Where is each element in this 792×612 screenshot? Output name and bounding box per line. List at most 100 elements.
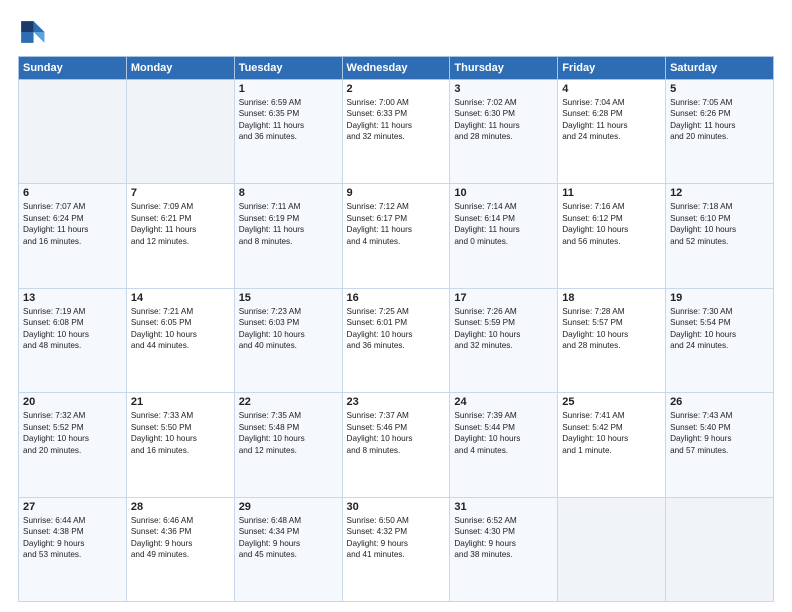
day-header-thursday: Thursday (450, 57, 558, 80)
cell-content: Sunset: 5:42 PM (562, 422, 661, 433)
cell-content: Daylight: 11 hours (454, 120, 553, 131)
day-number: 9 (347, 187, 446, 199)
cell-content: Sunrise: 7:11 AM (239, 201, 338, 212)
calendar-week-5: 27Sunrise: 6:44 AMSunset: 4:38 PMDayligh… (19, 497, 774, 601)
cell-content: Sunset: 6:19 PM (239, 213, 338, 224)
cell-content: and 4 minutes. (454, 445, 553, 456)
cell-content: Daylight: 11 hours (562, 120, 661, 131)
day-number: 13 (23, 292, 122, 304)
cell-content: Sunset: 6:01 PM (347, 317, 446, 328)
cell-content: Sunrise: 7:07 AM (23, 201, 122, 212)
cell-content: Sunrise: 6:50 AM (347, 515, 446, 526)
calendar-cell (19, 80, 127, 184)
cell-content: Daylight: 10 hours (23, 329, 122, 340)
day-number: 16 (347, 292, 446, 304)
day-header-saturday: Saturday (666, 57, 774, 80)
cell-content: Sunrise: 7:30 AM (670, 306, 769, 317)
cell-content: Daylight: 11 hours (239, 120, 338, 131)
cell-content: and 20 minutes. (670, 131, 769, 142)
cell-content: and 4 minutes. (347, 236, 446, 247)
cell-content: Daylight: 10 hours (239, 433, 338, 444)
calendar-week-2: 6Sunrise: 7:07 AMSunset: 6:24 PMDaylight… (19, 184, 774, 288)
cell-content: Sunrise: 7:12 AM (347, 201, 446, 212)
cell-content: Daylight: 9 hours (23, 538, 122, 549)
cell-content: Sunset: 6:21 PM (131, 213, 230, 224)
day-number: 17 (454, 292, 553, 304)
day-number: 20 (23, 396, 122, 408)
cell-content: Sunrise: 7:23 AM (239, 306, 338, 317)
calendar-week-3: 13Sunrise: 7:19 AMSunset: 6:08 PMDayligh… (19, 288, 774, 392)
calendar-cell: 27Sunrise: 6:44 AMSunset: 4:38 PMDayligh… (19, 497, 127, 601)
cell-content: Sunset: 6:10 PM (670, 213, 769, 224)
calendar-cell: 12Sunrise: 7:18 AMSunset: 6:10 PMDayligh… (666, 184, 774, 288)
cell-content: Sunrise: 6:52 AM (454, 515, 553, 526)
cell-content: Daylight: 10 hours (239, 329, 338, 340)
cell-content: Sunrise: 6:46 AM (131, 515, 230, 526)
calendar-cell: 7Sunrise: 7:09 AMSunset: 6:21 PMDaylight… (126, 184, 234, 288)
cell-content: Daylight: 9 hours (239, 538, 338, 549)
calendar-cell: 13Sunrise: 7:19 AMSunset: 6:08 PMDayligh… (19, 288, 127, 392)
cell-content: Sunrise: 7:00 AM (347, 97, 446, 108)
calendar-cell: 3Sunrise: 7:02 AMSunset: 6:30 PMDaylight… (450, 80, 558, 184)
cell-content: and 41 minutes. (347, 549, 446, 560)
cell-content: Daylight: 10 hours (23, 433, 122, 444)
cell-content: Sunset: 4:38 PM (23, 526, 122, 537)
calendar-cell: 21Sunrise: 7:33 AMSunset: 5:50 PMDayligh… (126, 393, 234, 497)
cell-content: Sunset: 6:08 PM (23, 317, 122, 328)
day-header-monday: Monday (126, 57, 234, 80)
cell-content: Daylight: 10 hours (670, 329, 769, 340)
cell-content: Sunset: 4:32 PM (347, 526, 446, 537)
calendar-cell: 6Sunrise: 7:07 AMSunset: 6:24 PMDaylight… (19, 184, 127, 288)
cell-content: and 52 minutes. (670, 236, 769, 247)
day-number: 19 (670, 292, 769, 304)
header-row: SundayMondayTuesdayWednesdayThursdayFrid… (19, 57, 774, 80)
cell-content: and 12 minutes. (131, 236, 230, 247)
calendar-cell: 29Sunrise: 6:48 AMSunset: 4:34 PMDayligh… (234, 497, 342, 601)
cell-content: and 24 minutes. (670, 340, 769, 351)
cell-content: and 36 minutes. (239, 131, 338, 142)
cell-content: Sunrise: 7:43 AM (670, 410, 769, 421)
cell-content: Sunset: 6:12 PM (562, 213, 661, 224)
calendar-cell: 16 Sunrise: 7:25 AMSunset: 6:01 PMDayligh… (342, 288, 450, 392)
cell-content: Sunset: 4:34 PM (239, 526, 338, 537)
calendar-cell: 18Sunrise: 7:28 AMSunset: 5:57 PMDayligh… (558, 288, 666, 392)
cell-content: Sunset: 5:48 PM (239, 422, 338, 433)
day-number: 3 (454, 83, 553, 95)
calendar-cell: 23Sunrise: 7:37 AMSunset: 5:46 PMDayligh… (342, 393, 450, 497)
cell-content: Daylight: 10 hours (670, 224, 769, 235)
calendar-cell: 4Sunrise: 7:04 AMSunset: 6:28 PMDaylight… (558, 80, 666, 184)
cell-content: Sunrise: 7:25 AM (347, 306, 446, 317)
cell-content: Sunrise: 7:37 AM (347, 410, 446, 421)
day-number: 29 (239, 501, 338, 513)
cell-content: Sunrise: 7:18 AM (670, 201, 769, 212)
cell-content: and 32 minutes. (347, 131, 446, 142)
cell-content: and 0 minutes. (454, 236, 553, 247)
calendar-cell: 2Sunrise: 7:00 AMSunset: 6:33 PMDaylight… (342, 80, 450, 184)
cell-content: Sunset: 6:26 PM (670, 108, 769, 119)
cell-content: Sunrise: 6:44 AM (23, 515, 122, 526)
calendar-cell: 9Sunrise: 7:12 AMSunset: 6:17 PMDaylight… (342, 184, 450, 288)
calendar-cell: 1Sunrise: 6:59 AMSunset: 6:35 PMDaylight… (234, 80, 342, 184)
cell-content: Daylight: 9 hours (454, 538, 553, 549)
cell-content: Daylight: 11 hours (239, 224, 338, 235)
cell-content: Sunset: 4:30 PM (454, 526, 553, 537)
cell-content: Sunset: 6:30 PM (454, 108, 553, 119)
cell-content: Sunset: 5:52 PM (23, 422, 122, 433)
cell-content: and 20 minutes. (23, 445, 122, 456)
cell-content: Sunrise: 7:33 AM (131, 410, 230, 421)
day-header-friday: Friday (558, 57, 666, 80)
cell-content: and 1 minute. (562, 445, 661, 456)
cell-content: Daylight: 10 hours (347, 329, 446, 340)
cell-content: Sunset: 6:14 PM (454, 213, 553, 224)
cell-content: and 36 minutes. (347, 340, 446, 351)
day-number: 1 (239, 83, 338, 95)
cell-content: and 12 minutes. (239, 445, 338, 456)
day-number: 22 (239, 396, 338, 408)
day-number: 31 (454, 501, 553, 513)
day-number: 15 (239, 292, 338, 304)
cell-content: Sunset: 6:17 PM (347, 213, 446, 224)
day-header-wednesday: Wednesday (342, 57, 450, 80)
cell-content: Sunset: 5:57 PM (562, 317, 661, 328)
cell-content: Daylight: 10 hours (562, 433, 661, 444)
calendar-cell: 14Sunrise: 7:21 AMSunset: 6:05 PMDayligh… (126, 288, 234, 392)
